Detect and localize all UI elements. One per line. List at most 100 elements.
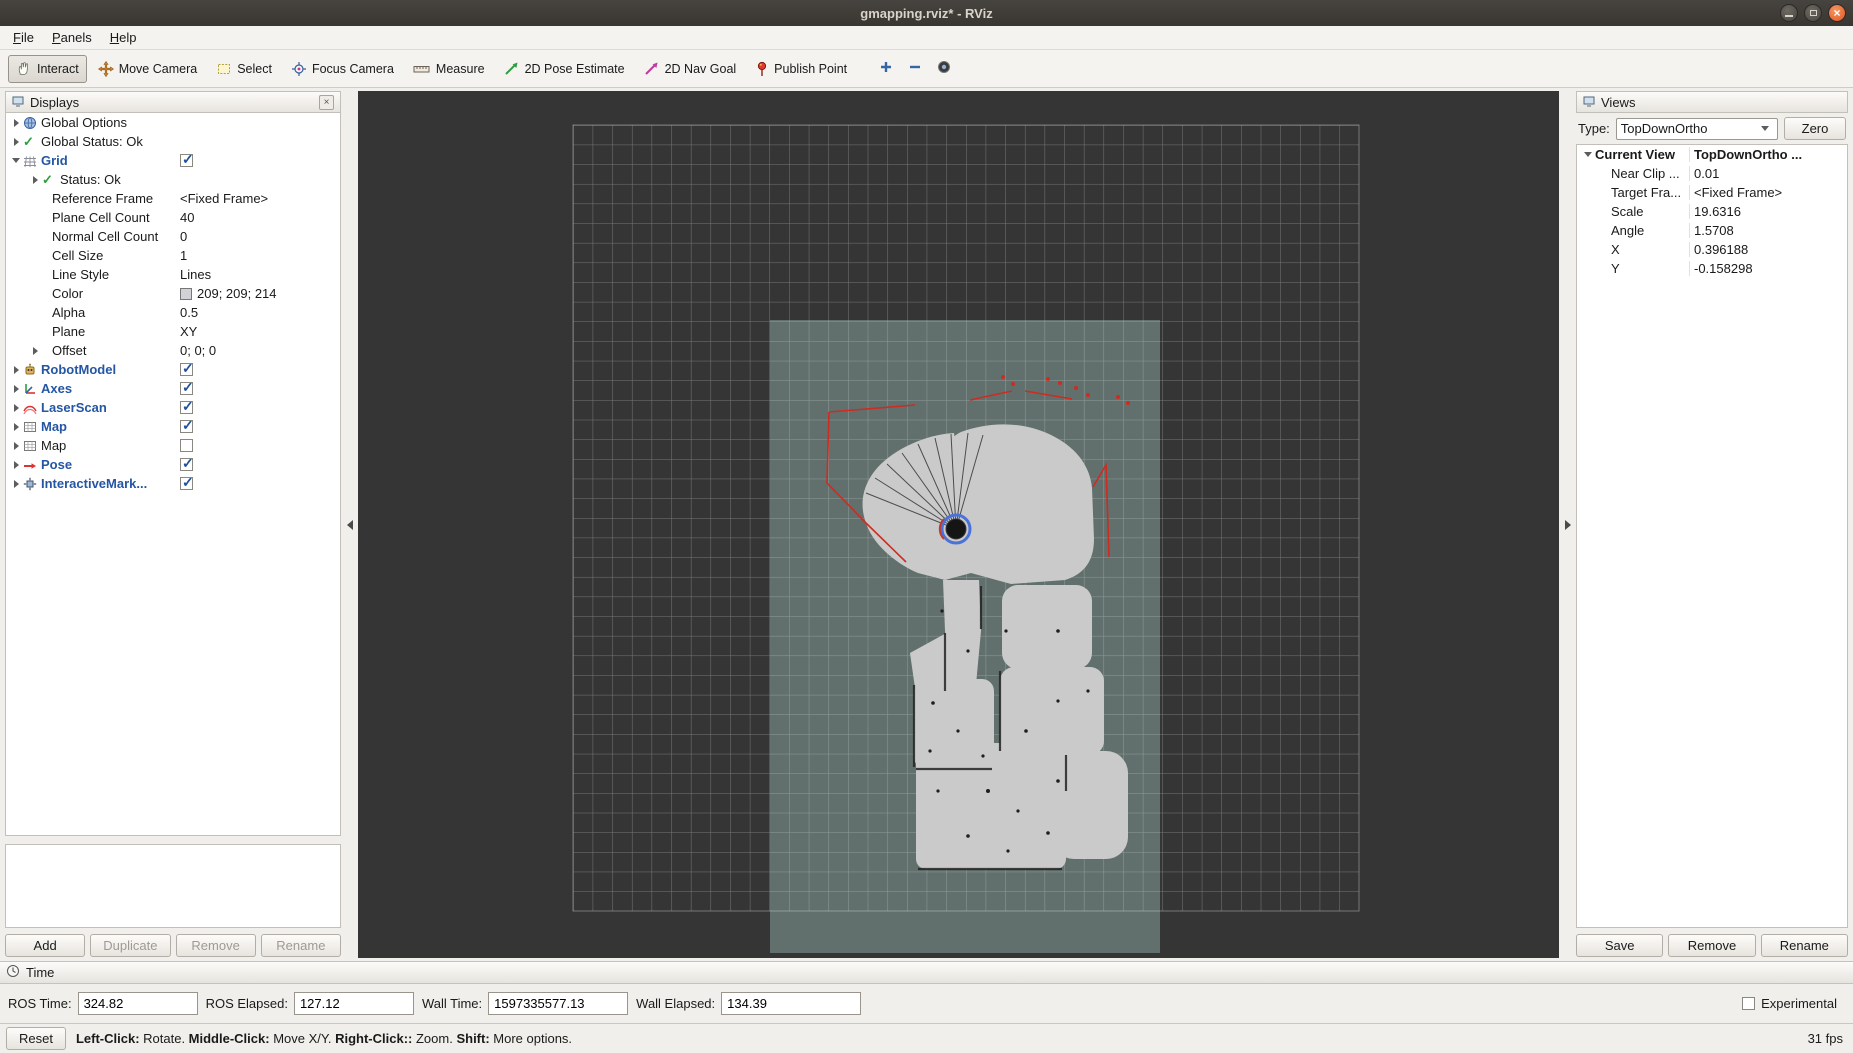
save-button[interactable]: Save	[1576, 934, 1663, 957]
expand-arrow-icon[interactable]	[28, 347, 42, 355]
duplicate-button[interactable]: Duplicate	[90, 934, 170, 957]
visibility-checkbox[interactable]	[180, 420, 193, 433]
ros-elapsed-input[interactable]	[294, 992, 414, 1015]
view-row-x[interactable]: X 0.396188	[1577, 240, 1847, 259]
menu-file[interactable]: File	[4, 27, 43, 48]
remove-view-button[interactable]: Remove	[1668, 934, 1755, 957]
expand-arrow-icon[interactable]	[9, 366, 23, 374]
remove-tool-button[interactable]	[902, 56, 928, 82]
right-panel-collapse-handle[interactable]	[1559, 91, 1576, 958]
display-row-grid-status[interactable]: Status: Ok	[6, 170, 340, 189]
remove-button[interactable]: Remove	[176, 934, 256, 957]
display-row-laserscan[interactable]: LaserScan	[6, 398, 340, 417]
tool-move-camera[interactable]: Move Camera	[90, 55, 206, 83]
clock-icon	[6, 964, 20, 981]
display-row-interactive-markers[interactable]: InteractiveMark...	[6, 474, 340, 493]
property-row-plane-cell-count[interactable]: Plane Cell Count 40	[6, 208, 340, 227]
visibility-checkbox[interactable]	[180, 363, 193, 376]
property-row-reference-frame[interactable]: Reference Frame <Fixed Frame>	[6, 189, 340, 208]
view-row-target-frame[interactable]: Target Fra... <Fixed Frame>	[1577, 183, 1847, 202]
collapse-arrow-icon[interactable]	[1581, 152, 1595, 157]
close-button[interactable]: ×	[1828, 4, 1846, 22]
view-row-near-clip[interactable]: Near Clip ... 0.01	[1577, 164, 1847, 183]
property-value[interactable]: 0.5	[180, 305, 198, 320]
wall-elapsed-input[interactable]	[721, 992, 861, 1015]
property-value[interactable]: XY	[180, 324, 197, 339]
tool-select[interactable]: Select	[208, 55, 280, 83]
expand-arrow-icon[interactable]	[9, 442, 23, 450]
tool-2d-nav-goal[interactable]: 2D Nav Goal	[636, 55, 745, 83]
tool-focus-camera[interactable]: Focus Camera	[283, 55, 402, 83]
display-row-global-options[interactable]: Global Options	[6, 113, 340, 132]
left-panel-collapse-handle[interactable]	[341, 91, 358, 958]
property-value[interactable]: <Fixed Frame>	[180, 191, 268, 206]
visibility-checkbox[interactable]	[180, 382, 193, 395]
tool-publish-point[interactable]: Publish Point	[747, 55, 855, 83]
display-row-robotmodel[interactable]: RobotModel	[6, 360, 340, 379]
add-tool-button[interactable]	[873, 56, 899, 82]
rename-view-button[interactable]: Rename	[1761, 934, 1848, 957]
maximize-button[interactable]	[1804, 4, 1822, 22]
pin-icon	[755, 61, 769, 77]
ros-time-input[interactable]	[78, 992, 198, 1015]
visibility-checkbox[interactable]	[180, 439, 193, 452]
experimental-checkbox[interactable]	[1742, 997, 1755, 1010]
time-panel-header[interactable]: Time	[0, 962, 1853, 984]
expand-arrow-icon[interactable]	[9, 404, 23, 412]
displays-panel-header[interactable]: Displays ×	[5, 91, 341, 113]
minimize-button[interactable]	[1780, 4, 1798, 22]
menu-panels[interactable]: Panels	[43, 27, 101, 48]
expand-arrow-icon[interactable]	[9, 423, 23, 431]
display-row-pose[interactable]: Pose	[6, 455, 340, 474]
expand-arrow-icon[interactable]	[9, 138, 23, 146]
collapse-arrow-icon[interactable]	[9, 158, 23, 163]
expand-arrow-icon[interactable]	[9, 119, 23, 127]
3d-viewport[interactable]	[358, 91, 1559, 958]
display-row-grid[interactable]: Grid	[6, 151, 340, 170]
view-row-angle[interactable]: Angle 1.5708	[1577, 221, 1847, 240]
visibility-checkbox[interactable]	[180, 477, 193, 490]
tool-options-button[interactable]	[931, 56, 957, 82]
view-type-combo[interactable]: TopDownOrtho	[1616, 118, 1778, 140]
view-row-current-view[interactable]: Current View TopDownOrtho ...	[1577, 145, 1847, 164]
view-row-scale[interactable]: Scale 19.6316	[1577, 202, 1847, 221]
property-row-alpha[interactable]: Alpha 0.5	[6, 303, 340, 322]
menu-help[interactable]: Help	[101, 27, 146, 48]
property-value[interactable]: 209; 209; 214	[197, 286, 277, 301]
display-row-global-status[interactable]: Global Status: Ok	[6, 132, 340, 151]
visibility-checkbox[interactable]	[180, 458, 193, 471]
display-row-map-1[interactable]: Map	[6, 417, 340, 436]
property-value[interactable]: 40	[180, 210, 194, 225]
property-row-offset[interactable]: Offset 0; 0; 0	[6, 341, 340, 360]
displays-close-icon[interactable]: ×	[319, 95, 334, 110]
zero-button[interactable]: Zero	[1784, 117, 1846, 140]
add-button[interactable]: Add	[5, 934, 85, 957]
expand-arrow-icon[interactable]	[9, 385, 23, 393]
expand-arrow-icon[interactable]	[9, 480, 23, 488]
property-row-color[interactable]: Color 209; 209; 214	[6, 284, 340, 303]
property-value[interactable]: 0	[180, 229, 187, 244]
visibility-checkbox[interactable]	[180, 401, 193, 414]
property-value[interactable]: 1	[180, 248, 187, 263]
property-row-cell-size[interactable]: Cell Size 1	[6, 246, 340, 265]
rename-button[interactable]: Rename	[261, 934, 341, 957]
expand-arrow-icon[interactable]	[9, 461, 23, 469]
property-row-normal-cell-count[interactable]: Normal Cell Count 0	[6, 227, 340, 246]
property-row-line-style[interactable]: Line Style Lines	[6, 265, 340, 284]
property-value[interactable]: 0; 0; 0	[180, 343, 216, 358]
tool-2d-pose-estimate[interactable]: 2D Pose Estimate	[496, 55, 633, 83]
wall-time-input[interactable]	[488, 992, 628, 1015]
property-row-plane[interactable]: Plane XY	[6, 322, 340, 341]
view-row-y[interactable]: Y -0.158298	[1577, 259, 1847, 278]
visibility-checkbox[interactable]	[180, 154, 193, 167]
grid-icon	[23, 154, 41, 168]
tool-interact[interactable]: Interact	[8, 55, 87, 83]
expand-arrow-icon[interactable]	[28, 176, 42, 184]
property-value[interactable]: Lines	[180, 267, 211, 282]
tool-measure[interactable]: Measure	[405, 55, 493, 83]
display-row-axes[interactable]: Axes	[6, 379, 340, 398]
views-panel-header[interactable]: Views	[1576, 91, 1848, 113]
color-swatch[interactable]	[180, 288, 192, 300]
reset-button[interactable]: Reset	[6, 1027, 66, 1050]
display-row-map-2[interactable]: Map	[6, 436, 340, 455]
